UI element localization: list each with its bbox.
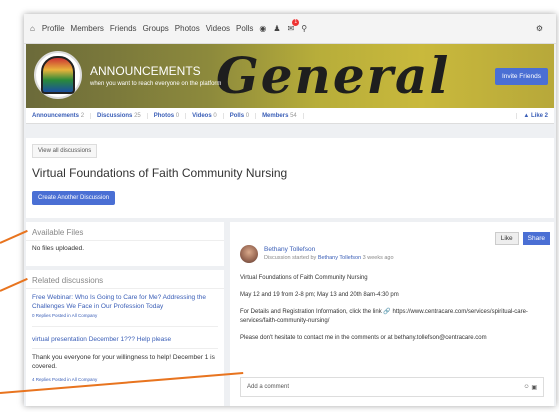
create-discussion-button[interactable]: Create Another Discussion (32, 191, 116, 205)
banner-word: General (216, 46, 451, 105)
available-files-panel: Available Files No files uploaded. (26, 222, 224, 266)
post-paragraph: Virtual Foundations of Faith Community N… (240, 275, 368, 281)
related-link-webinar[interactable]: Free Webinar: Who Is Going to Care for M… (32, 293, 218, 311)
like-button[interactable]: Like (494, 232, 519, 245)
globe-icon[interactable]: ◉ (259, 24, 266, 33)
search-icon[interactable]: ⚲ (301, 24, 307, 33)
related-link-presentation[interactable]: virtual presentation December 1??? Help … (32, 335, 218, 344)
post-paragraph: Please don't hesitate to contact me in t… (240, 335, 487, 341)
nav-photos[interactable]: Photos (175, 24, 200, 33)
group-subtitle: when you want to reach everyone on the p… (90, 81, 222, 87)
like-group-button[interactable]: ▲ Like 2 (516, 112, 554, 119)
tab-photos[interactable]: Photos 0 (148, 112, 187, 119)
author-name[interactable]: Bethany Tollefson (264, 246, 315, 253)
app-window: ⌂ Profile Members Friends Groups Photos … (24, 14, 556, 406)
tab-announcements[interactable]: Announcements 2 (26, 112, 92, 119)
invite-friends-button[interactable]: Invite Friends (494, 68, 548, 85)
group-tabs: Announcements 2 Discussions 25 Photos 0 … (26, 108, 554, 124)
tab-members[interactable]: Members 54 (256, 112, 304, 119)
nav-videos[interactable]: Videos (206, 24, 230, 33)
view-all-discussions-button[interactable]: View all discussions (32, 144, 98, 158)
related-meta[interactable]: 0 Replies Posted in All Company (32, 313, 218, 318)
group-title: ANNOUNCEMENTS (90, 64, 201, 78)
discussion-title: Virtual Foundations of Faith Community N… (32, 166, 288, 180)
nav-groups[interactable]: Groups (143, 24, 169, 33)
comment-placeholder: Add a comment (247, 384, 290, 390)
files-heading: Available Files (32, 228, 84, 237)
friends-icon[interactable]: ♟ (273, 24, 280, 33)
tab-discussions[interactable]: Discussions 25 (91, 112, 148, 119)
post-meta: Discussion started by Bethany Tollefson … (264, 255, 394, 261)
discussion-post: Like Share Bethany Tollefson Discussion … (230, 222, 554, 406)
nav-friends[interactable]: Friends (110, 24, 137, 33)
post-paragraph: For Details and Registration Information… (240, 309, 528, 324)
post-actions: Like Share (494, 232, 550, 245)
notification-badge: 1 (292, 19, 300, 26)
emoji-icon[interactable]: ☺ (524, 384, 530, 390)
group-banner: General ANNOUNCEMENTS when you want to r… (26, 44, 554, 108)
gear-icon[interactable]: ⚙ (536, 24, 543, 33)
tab-videos[interactable]: Videos 0 (186, 112, 224, 119)
camera-icon[interactable]: ▣ (531, 384, 537, 391)
notifications-icon[interactable]: ✉ 1 (288, 19, 300, 33)
tab-polls[interactable]: Polls 0 (224, 112, 257, 119)
home-icon[interactable]: ⌂ (30, 24, 35, 33)
post-body: Virtual Foundations of Faith Community N… (240, 274, 548, 351)
author-avatar[interactable] (240, 245, 258, 263)
top-nav: ⌂ Profile Members Friends Groups Photos … (24, 14, 556, 44)
nav-polls[interactable]: Polls (236, 24, 253, 33)
post-paragraph: May 12 and 19 from 2-8 pm; May 13 and 20… (240, 292, 399, 298)
related-heading: Related discussions (32, 276, 104, 285)
nav-members[interactable]: Members (71, 24, 104, 33)
comment-input[interactable]: Add a comment ☺ ▣ (240, 377, 544, 397)
related-discussions-panel: Related discussions Free Webinar: Who Is… (26, 270, 224, 406)
share-button[interactable]: Share (522, 232, 550, 245)
nav-profile[interactable]: Profile (42, 24, 65, 33)
group-avatar (34, 51, 82, 99)
thumbs-up-icon: ▲ (523, 112, 530, 119)
stained-glass-icon (41, 56, 75, 94)
files-message: No files uploaded. (32, 245, 85, 252)
discussion-header: View all discussions Virtual Foundations… (26, 138, 554, 218)
related-excerpt: Thank you everyone for your willingness … (32, 354, 215, 370)
